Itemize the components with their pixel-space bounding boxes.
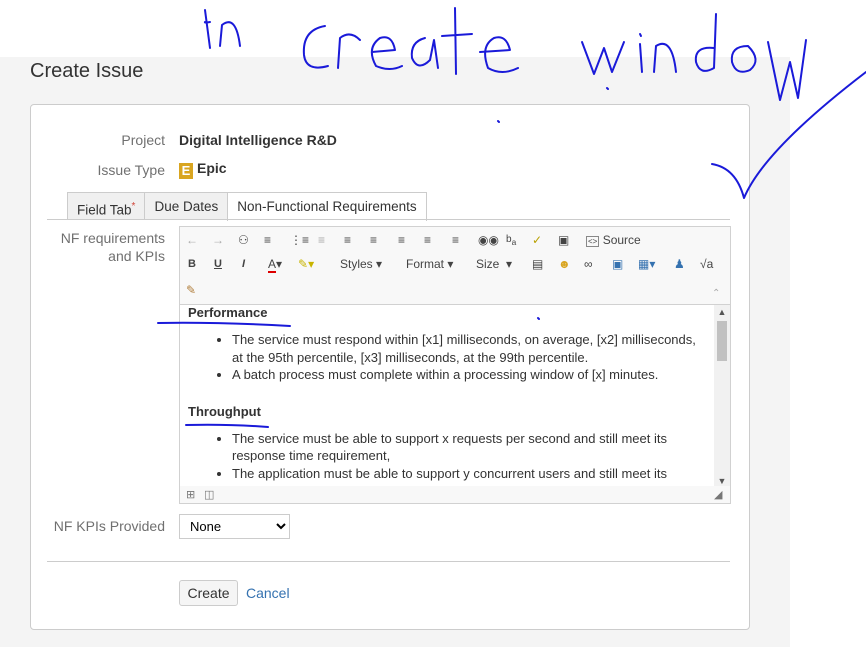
indent-icon[interactable]: ≡ — [344, 231, 351, 249]
list-item: The application must be able to support … — [232, 465, 706, 483]
list-item: A batch process must complete within a p… — [232, 366, 706, 384]
issue-type-label: Issue Type — [25, 162, 165, 178]
table-icon[interactable]: ▦▾ — [638, 255, 655, 273]
source-button[interactable]: <> Source — [586, 231, 641, 249]
styles-dropdown[interactable]: Styles ▾ — [340, 255, 382, 273]
project-value: Digital Intelligence R&D — [179, 132, 337, 148]
anchor-icon[interactable]: ⚇ — [238, 231, 249, 249]
bold-button[interactable]: B — [188, 255, 196, 273]
smiley-icon[interactable]: ☻ — [558, 255, 571, 273]
source-icon: <> — [586, 236, 599, 247]
user-icon[interactable]: ♟ — [674, 255, 685, 273]
throughput-list: The service must be able to support x re… — [188, 430, 706, 483]
tab-non-functional-requirements[interactable]: Non-Functional Requirements — [227, 192, 426, 221]
issue-type-text: Epic — [197, 160, 227, 176]
italic-button[interactable]: I — [242, 255, 245, 273]
maximize-icon[interactable]: ▣ — [558, 231, 569, 249]
background-color-button[interactable]: ✎▾ — [298, 255, 314, 273]
blocks-icon[interactable]: ◫ — [204, 486, 214, 504]
styles-label: Styles — [340, 257, 373, 271]
format-label: Format — [406, 257, 444, 271]
tab-divider — [47, 219, 730, 220]
nf-label-line1: NF requirements — [25, 229, 165, 247]
list-item: The service must respond within [x1] mil… — [232, 331, 706, 366]
create-button[interactable]: Create — [179, 580, 238, 606]
list-item: The service must be able to support x re… — [232, 430, 706, 465]
required-marker: * — [132, 201, 136, 212]
scroll-down-arrow-icon[interactable]: ▼ — [714, 476, 730, 486]
tab-field-tab-label: Field Tab — [77, 203, 132, 218]
format-dropdown[interactable]: Format ▾ — [406, 255, 453, 273]
issue-type-value[interactable]: EEpic — [179, 160, 227, 179]
editor-toolbar: ← → ⚇ ≡ ⋮≡ ≡ ≡ ≡ ≡ ≡ ≡ ◉◉ ba ✓ ▣ <> Sour… — [180, 227, 730, 305]
footer-divider — [47, 561, 730, 562]
spellcheck-icon[interactable]: ✓ — [532, 231, 542, 249]
source-label: Source — [603, 233, 641, 247]
create-issue-dialog: Project Digital Intelligence R&D Issue T… — [30, 104, 750, 630]
outdent-icon[interactable]: ≡ — [318, 231, 325, 249]
align-left-icon[interactable]: ≡ — [370, 231, 377, 249]
rich-text-editor[interactable]: ← → ⚇ ≡ ⋮≡ ≡ ≡ ≡ ≡ ≡ ≡ ◉◉ ba ✓ ▣ <> Sour… — [179, 226, 731, 504]
nf-kpis-label: NF KPIs Provided — [25, 518, 165, 534]
image-icon[interactable]: ▣ — [612, 255, 623, 273]
size-dropdown[interactable]: Size ▾ — [476, 255, 512, 273]
math-icon[interactable]: √a — [700, 255, 713, 273]
justify-icon[interactable]: ≡ — [452, 231, 459, 249]
nf-kpis-select[interactable]: None — [179, 514, 290, 539]
align-right-icon[interactable]: ≡ — [424, 231, 431, 249]
dialog-title: Create Issue — [30, 60, 143, 83]
editor-statusbar: ⊞ ◫ ◢ — [180, 486, 730, 503]
size-label: Size — [476, 257, 499, 271]
tab-bar: Field Tab* Due Dates Non-Functional Requ… — [67, 192, 426, 219]
text-color-button[interactable]: A▾ — [268, 255, 282, 273]
performance-list: The service must respond within [x1] mil… — [188, 331, 706, 384]
align-center-icon[interactable]: ≡ — [398, 231, 405, 249]
nf-requirements-label: NF requirements and KPIs — [25, 229, 165, 265]
scroll-thumb[interactable] — [717, 321, 727, 361]
editor-content[interactable]: Performance The service must respond wit… — [180, 305, 714, 488]
paste-icon[interactable]: ▤ — [532, 255, 543, 273]
scroll-up-arrow-icon[interactable]: ▲ — [714, 307, 730, 317]
project-label: Project — [25, 132, 165, 148]
editor-scrollbar[interactable]: ▲ ▼ — [714, 305, 730, 488]
table-grid-icon[interactable]: ⊞ — [186, 486, 195, 504]
remove-format-icon[interactable]: ✎ — [186, 281, 196, 299]
nf-label-line2: and KPIs — [25, 247, 165, 265]
undo-icon[interactable]: ← — [186, 231, 198, 249]
resize-handle-icon[interactable]: ◢ — [714, 486, 722, 504]
underline-button[interactable]: U — [214, 255, 222, 273]
find-icon[interactable]: ◉◉ — [478, 231, 499, 249]
tab-field-tab[interactable]: Field Tab* — [67, 192, 145, 220]
redo-icon[interactable]: → — [212, 231, 224, 249]
link-icon[interactable]: ∞ — [584, 255, 593, 273]
numbered-list-icon[interactable]: ≡ — [264, 231, 271, 249]
text-color-icon: A — [268, 257, 276, 273]
bulleted-list-icon[interactable]: ⋮≡ — [290, 231, 309, 249]
performance-heading: Performance — [188, 305, 706, 320]
tab-due-dates[interactable]: Due Dates — [144, 192, 228, 220]
cancel-link[interactable]: Cancel — [246, 585, 290, 601]
collapse-toolbar-icon[interactable]: ⌃ — [712, 285, 720, 303]
epic-icon: E — [179, 163, 193, 179]
highlighter-icon: ✎ — [298, 257, 308, 271]
replace-icon[interactable]: ba — [506, 231, 516, 249]
throughput-heading: Throughput — [188, 404, 706, 419]
